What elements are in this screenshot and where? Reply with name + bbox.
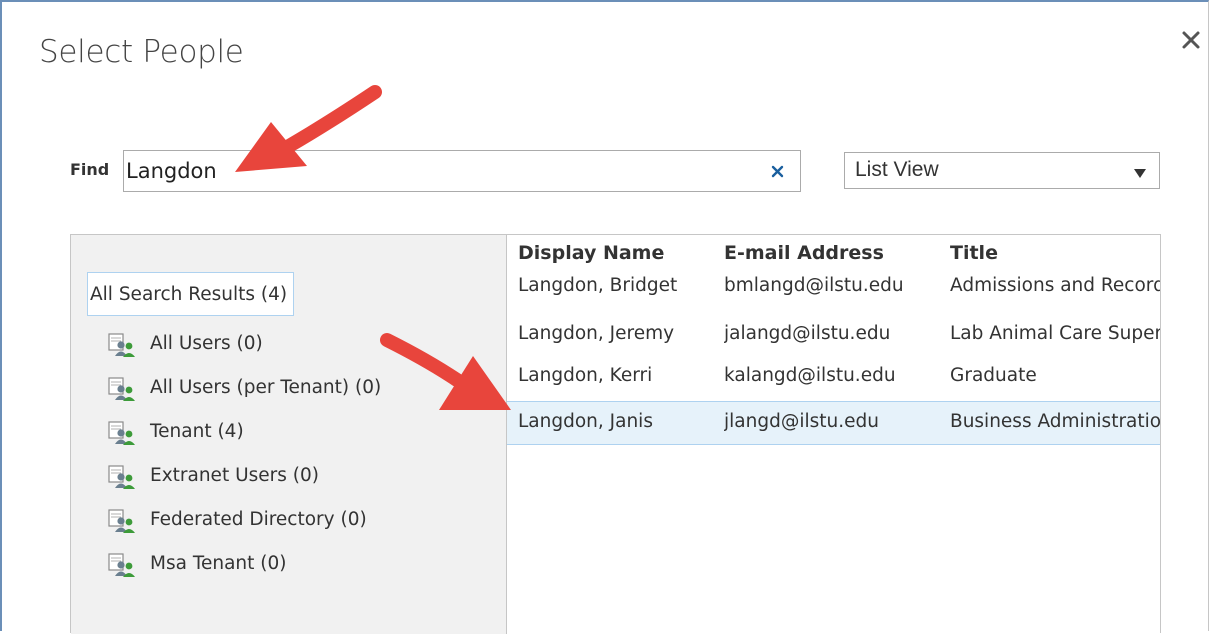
- tree-item-label: Tenant (4): [150, 421, 244, 442]
- result-row-selected[interactable]: Langdon, Janis jlangd@ilstu.edu Business…: [507, 401, 1160, 445]
- column-header-title[interactable]: Title: [950, 242, 998, 264]
- find-input[interactable]: [126, 154, 746, 188]
- result-display-name: Langdon, Jeremy: [518, 323, 675, 344]
- result-title: Lab Animal Care Supervisor: [950, 323, 1160, 344]
- result-email: kalangd@ilstu.edu: [724, 365, 896, 386]
- result-row[interactable]: Langdon, Kerri kalangd@ilstu.edu Graduat…: [507, 355, 1160, 399]
- clear-x-icon[interactable]: [768, 161, 788, 181]
- user-group-icon: [107, 508, 137, 534]
- tree-item-label: Msa Tenant (0): [150, 553, 287, 574]
- view-select[interactable]: List View: [844, 152, 1160, 189]
- user-group-icon: [107, 464, 137, 490]
- tree-item-label: All Users (0): [150, 333, 263, 354]
- results-panel: All Search Results (4) All Users (0) All…: [70, 234, 1161, 634]
- find-input-box[interactable]: [123, 150, 801, 192]
- result-display-name: Langdon, Kerri: [518, 365, 653, 386]
- select-people-dialog: Select People Find List View All Search …: [0, 0, 1209, 634]
- close-icon[interactable]: [1175, 24, 1207, 56]
- tree-item-label: All Users (per Tenant) (0): [150, 377, 382, 398]
- result-email: bmlangd@ilstu.edu: [724, 275, 904, 296]
- result-title: Admissions and Records: [950, 275, 1160, 296]
- user-group-icon: [107, 420, 137, 446]
- result-title: Graduate: [950, 365, 1037, 386]
- column-header-display-name[interactable]: Display Name: [518, 242, 664, 264]
- tree-item-label: Federated Directory (0): [150, 509, 367, 530]
- user-group-icon: [107, 376, 137, 402]
- user-group-icon: [107, 332, 137, 358]
- result-email: jlangd@ilstu.edu: [724, 411, 879, 432]
- user-group-icon: [107, 552, 137, 578]
- tree-item-label: Extranet Users (0): [150, 465, 319, 486]
- result-display-name: Langdon, Janis: [518, 411, 653, 432]
- column-header-email[interactable]: E-mail Address: [724, 242, 884, 264]
- result-title: Business Administration: [950, 411, 1160, 432]
- results-list: Display Name E-mail Address Title Langdo…: [507, 235, 1160, 634]
- result-email: jalangd@ilstu.edu: [724, 323, 891, 344]
- result-row[interactable]: Langdon, Bridget bmlangd@ilstu.edu Admis…: [507, 265, 1160, 309]
- result-display-name: Langdon, Bridget: [518, 275, 678, 296]
- dropdown-arrow-icon: [1133, 164, 1147, 178]
- result-row[interactable]: Langdon, Jeremy jalangd@ilstu.edu Lab An…: [507, 313, 1160, 357]
- directory-tree: All Search Results (4) All Users (0) All…: [71, 235, 507, 634]
- view-select-value: List View: [855, 158, 939, 181]
- dialog-title: Select People: [39, 34, 244, 70]
- find-label: Find: [70, 160, 110, 179]
- tree-item-all-search-results[interactable]: All Search Results (4): [87, 272, 295, 316]
